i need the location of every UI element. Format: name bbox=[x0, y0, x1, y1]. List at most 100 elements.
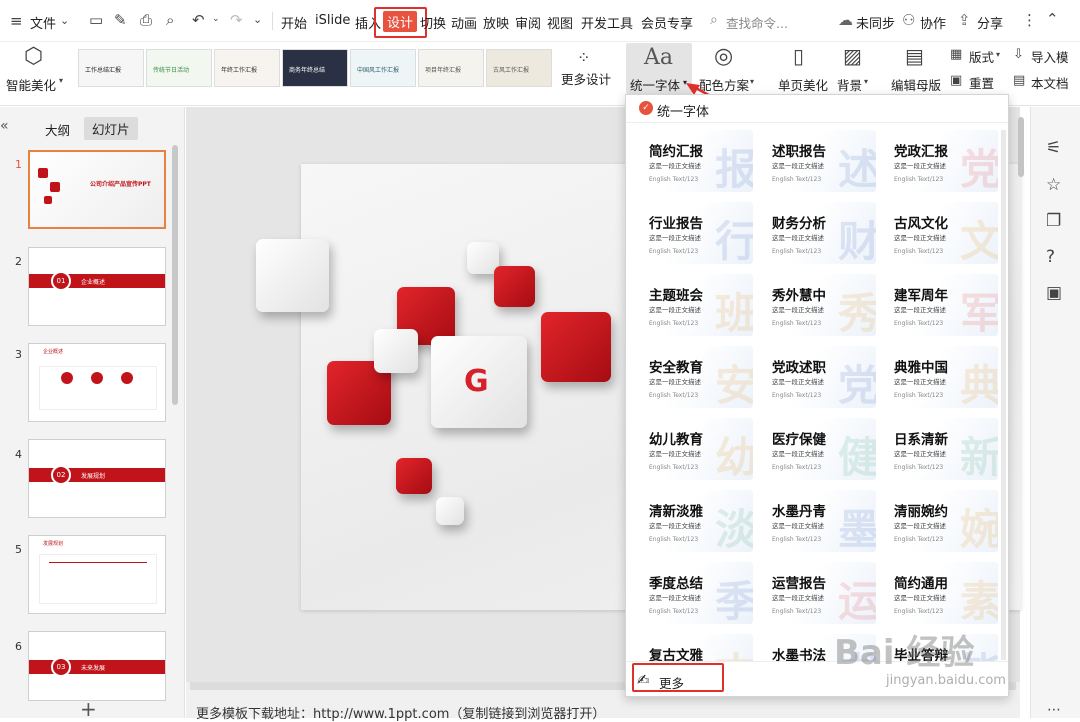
font-style-card[interactable]: 党党政述职 这是一段正文描述 English Text/123 bbox=[761, 346, 876, 408]
font-style-card[interactable]: 秀秀外慧中 这是一段正文描述 English Text/123 bbox=[761, 274, 876, 336]
font-style-card[interactable]: 军建军周年 这是一段正文描述 English Text/123 bbox=[883, 274, 998, 336]
master-icon[interactable]: ▤ bbox=[905, 46, 924, 66]
text-doc-icon[interactable]: ▤ bbox=[1013, 74, 1025, 87]
background-button[interactable]: 背景 bbox=[837, 75, 862, 94]
settings-sliders-icon[interactable]: ⚟ bbox=[1046, 140, 1061, 157]
format-painter-icon[interactable]: ✎ bbox=[114, 13, 127, 28]
slide-thumb-6[interactable]: 03 未来发展 bbox=[28, 631, 166, 701]
template-thumb-3[interactable]: 年终工作汇报 bbox=[214, 49, 280, 87]
share-button[interactable]: 分享 bbox=[977, 13, 1003, 32]
font-style-card[interactable]: 墨水墨丹青 这是一段正文描述 English Text/123 bbox=[761, 490, 876, 552]
font-style-card[interactable]: 安安全教育 这是一段正文描述 English Text/123 bbox=[638, 346, 753, 408]
smart-beautify-button[interactable]: 智能美化 bbox=[6, 75, 56, 94]
window-icon[interactable]: ❐ bbox=[1046, 213, 1061, 230]
sync-status[interactable]: 未同步 bbox=[856, 13, 895, 32]
font-style-card[interactable]: 新日系清新 这是一段正文描述 English Text/123 bbox=[883, 418, 998, 480]
help-icon[interactable]: ? bbox=[1046, 249, 1055, 266]
grid-icon[interactable]: ⁘ bbox=[577, 50, 590, 66]
font-style-card[interactable]: 典典雅中国 这是一段正文描述 English Text/123 bbox=[883, 346, 998, 408]
white-square-shape[interactable] bbox=[256, 239, 329, 312]
add-slide-icon[interactable]: + bbox=[80, 697, 97, 721]
white-square-shape[interactable] bbox=[436, 497, 464, 525]
tab-slideshow[interactable]: 放映 bbox=[483, 13, 509, 32]
template-thumb-7[interactable]: 古风工作汇报 bbox=[486, 49, 552, 87]
tab-transition[interactable]: 切换 bbox=[420, 13, 446, 32]
tab-view[interactable]: 视图 bbox=[547, 13, 573, 32]
font-style-card[interactable]: 党党政汇报 这是一段正文描述 English Text/123 bbox=[883, 130, 998, 192]
red-square-shape[interactable] bbox=[541, 312, 611, 382]
tab-animation[interactable]: 动画 bbox=[451, 13, 477, 32]
page-icon[interactable]: ▯ bbox=[793, 46, 804, 66]
font-style-card[interactable]: 健医疗保健 这是一段正文描述 English Text/123 bbox=[761, 418, 876, 480]
template-thumb-2[interactable]: 传统节日活动 bbox=[146, 49, 212, 87]
more-icon[interactable]: ⋮ bbox=[1022, 13, 1037, 28]
font-style-card[interactable]: 班主题班会 这是一段正文描述 English Text/123 bbox=[638, 274, 753, 336]
command-search-input[interactable]: 查找命令... bbox=[726, 13, 788, 32]
undo-icon[interactable]: ↶ bbox=[192, 13, 205, 28]
slide-thumb-5[interactable]: 发展规划 bbox=[28, 535, 166, 614]
tab-slides[interactable]: 幻灯片 bbox=[84, 117, 138, 140]
slide-thumb-4[interactable]: 02 发展规划 bbox=[28, 439, 166, 518]
collapse-ribbon-icon[interactable]: ⌃ bbox=[1046, 12, 1059, 27]
template-thumb-5[interactable]: 中国风工作汇报 bbox=[350, 49, 416, 87]
redo-icon[interactable]: ↷ bbox=[230, 13, 243, 28]
star-icon[interactable]: ☆ bbox=[1046, 177, 1061, 194]
font-style-card[interactable]: 文古风文化 这是一段正文描述 English Text/123 bbox=[883, 202, 998, 264]
layout-button[interactable]: 版式 bbox=[969, 47, 994, 66]
template-thumb-6[interactable]: 项目年终汇报 bbox=[418, 49, 484, 87]
slide-thumb-1[interactable]: 公司介绍产品宣传PPT bbox=[28, 150, 166, 229]
font-style-card[interactable]: 行行业报告 这是一段正文描述 English Text/123 bbox=[638, 202, 753, 264]
collapse-panel-icon[interactable]: « bbox=[0, 118, 9, 134]
font-style-card[interactable]: 运运营报告 这是一段正文描述 English Text/123 bbox=[761, 562, 876, 624]
tab-home[interactable]: 开始 bbox=[281, 13, 307, 32]
tab-outline[interactable]: 大纲 bbox=[45, 120, 70, 139]
scrollbar[interactable] bbox=[172, 145, 178, 405]
chevron-down-icon[interactable]: ▾ bbox=[59, 77, 63, 85]
edit-master-button[interactable]: 编辑母版 bbox=[891, 75, 941, 94]
reset-button[interactable]: 重置 bbox=[969, 73, 994, 92]
slide-thumb-2[interactable]: 01 企业概述 bbox=[28, 247, 166, 326]
chevron-down-icon[interactable]: ⌄ bbox=[60, 15, 69, 26]
cube-icon[interactable]: ⬡ bbox=[24, 46, 43, 68]
font-style-card[interactable]: 报简约汇报 这是一段正文描述 English Text/123 bbox=[638, 130, 753, 192]
import-template-button[interactable]: 导入模 bbox=[1031, 47, 1069, 66]
red-square-shape[interactable] bbox=[396, 458, 432, 494]
background-icon[interactable]: ▨ bbox=[843, 46, 862, 66]
font-style-card[interactable]: 财财务分析 这是一段正文描述 English Text/123 bbox=[761, 202, 876, 264]
hamburger-icon[interactable]: ≡ bbox=[10, 14, 23, 29]
chevron-down-icon[interactable]: ▾ bbox=[864, 78, 868, 86]
slide-thumb-3[interactable]: 企业概述 bbox=[28, 343, 166, 422]
template-thumb-4[interactable]: 商务年终总结 bbox=[282, 49, 348, 87]
reset-icon[interactable]: ▣ bbox=[950, 74, 962, 87]
red-square-shape[interactable] bbox=[494, 266, 535, 307]
tab-islide[interactable]: iSlide bbox=[315, 13, 350, 28]
file-menu[interactable]: 文件 bbox=[30, 13, 56, 32]
white-square-shape[interactable] bbox=[374, 329, 418, 373]
more-design-button[interactable]: 更多设计 bbox=[561, 69, 611, 88]
font-style-card[interactable]: 婉清丽婉约 这是一段正文描述 English Text/123 bbox=[883, 490, 998, 552]
canvas-scrollbar[interactable] bbox=[1018, 117, 1024, 177]
this-doc-button[interactable]: 本文档 bbox=[1031, 73, 1069, 92]
font-style-card[interactable]: 季季度总结 这是一段正文描述 English Text/123 bbox=[638, 562, 753, 624]
preview-icon[interactable]: ⌕ bbox=[166, 13, 174, 28]
page-beautify-button[interactable]: 单页美化 bbox=[778, 75, 828, 94]
template-thumb-1[interactable]: 工作总结汇报 bbox=[78, 49, 144, 87]
collab-button[interactable]: 协作 bbox=[920, 13, 946, 32]
palette-icon[interactable]: ◎ bbox=[714, 46, 733, 68]
tab-review[interactable]: 审阅 bbox=[515, 13, 541, 32]
font-style-card[interactable]: 素简约通用 这是一段正文描述 English Text/123 bbox=[883, 562, 998, 624]
layout-icon[interactable]: ▦ bbox=[950, 48, 962, 61]
font-style-card[interactable]: 述述职报告 这是一段正文描述 English Text/123 bbox=[761, 130, 876, 192]
chevron-down-icon[interactable]: ▾ bbox=[996, 51, 1000, 59]
more-icon[interactable]: ⋯ bbox=[1047, 703, 1061, 717]
font-style-card[interactable]: 淡清新淡雅 这是一段正文描述 English Text/123 bbox=[638, 490, 753, 552]
tab-developer[interactable]: 开发工具 bbox=[581, 13, 633, 32]
undo-dropdown-icon[interactable]: ⌄ bbox=[212, 15, 220, 24]
import-icon[interactable]: ⇩ bbox=[1013, 48, 1024, 61]
tab-member[interactable]: 会员专享 bbox=[641, 13, 693, 32]
notes-text[interactable]: 更多模板下载地址：http://www.1ppt.com（复制链接到浏览器打开） bbox=[196, 703, 605, 722]
logo-square-shape[interactable]: G bbox=[431, 336, 527, 428]
dropdown-scrollbar[interactable] bbox=[1001, 130, 1006, 660]
print-icon[interactable]: ⎙ bbox=[140, 13, 152, 28]
customize-toolbar-icon[interactable]: ⌄ bbox=[253, 14, 262, 25]
